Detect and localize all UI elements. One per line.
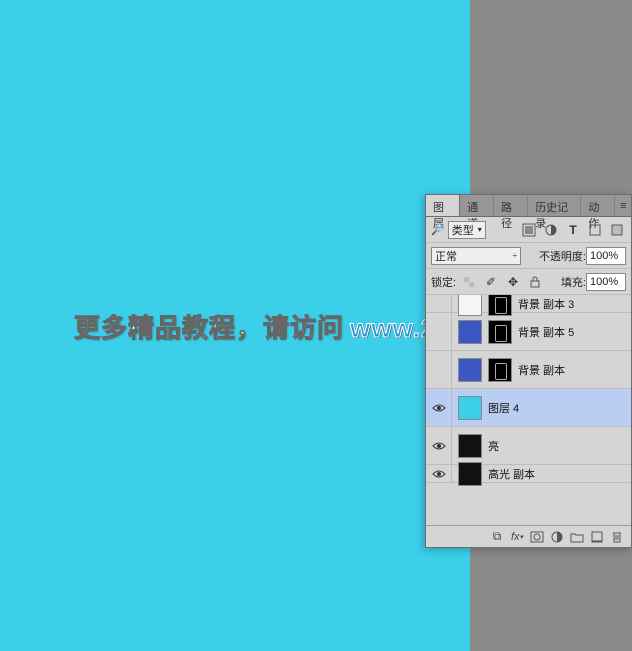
layer-row[interactable]: 背景 副本 5	[426, 313, 631, 351]
layers-panel: 图层 通道 路径 历史记录 动作 ≡ 🔎 类型 ▾ T 正常 ÷ 不透明度: 1…	[425, 194, 632, 548]
opacity-value: 100%	[590, 250, 618, 262]
blend-row: 正常 ÷ 不透明度: 100%	[426, 243, 631, 269]
layer-mask-icon[interactable]	[527, 528, 547, 546]
layer-thumbnail[interactable]	[458, 320, 482, 344]
tab-paths[interactable]: 路径	[494, 195, 528, 216]
filter-pixel-icon[interactable]	[520, 221, 538, 239]
layers-list: 背景 副本 3 背景 副本 5 背景 副本图层 4 亮高光 副本	[426, 295, 631, 515]
blend-mode-value: 正常	[435, 248, 457, 264]
filter-smart-icon[interactable]	[608, 221, 626, 239]
layer-row[interactable]: 背景 副本 3	[426, 295, 631, 313]
opacity-input[interactable]: 100%	[586, 247, 626, 265]
tab-layers[interactable]: 图层	[426, 195, 460, 216]
chevron-down-icon: ▾	[478, 225, 482, 234]
lock-row: 锁定: ✐ ✥ 填充: 100%	[426, 269, 631, 295]
adjustment-layer-icon[interactable]	[547, 528, 567, 546]
panel-tabs: 图层 通道 路径 历史记录 动作 ≡	[426, 195, 631, 217]
layer-row[interactable]: 亮	[426, 427, 631, 465]
visibility-toggle[interactable]	[426, 427, 452, 464]
layer-mask-thumbnail[interactable]	[488, 358, 512, 382]
tab-history[interactable]: 历史记录	[528, 195, 581, 216]
blend-mode-dropdown[interactable]: 正常 ÷	[431, 247, 521, 265]
search-icon: 🔎	[431, 223, 445, 236]
filter-text-icon[interactable]: T	[564, 221, 582, 239]
link-layers-icon[interactable]: ⧉	[487, 528, 507, 546]
visibility-toggle[interactable]	[426, 295, 452, 312]
layer-row[interactable]: 背景 副本	[426, 351, 631, 389]
layer-thumbnail[interactable]	[458, 295, 482, 316]
layer-row[interactable]: 高光 副本	[426, 465, 631, 483]
layer-fx-icon[interactable]: fx▾	[507, 528, 527, 546]
filter-adjustment-icon[interactable]	[542, 221, 560, 239]
visibility-toggle[interactable]	[426, 351, 452, 388]
layer-name[interactable]: 高光 副本	[488, 466, 631, 482]
layer-name[interactable]: 背景 副本	[518, 362, 631, 378]
chevron-down-icon: ÷	[513, 251, 517, 260]
filter-row: 🔎 类型 ▾ T	[426, 217, 631, 243]
lock-all-icon[interactable]	[526, 273, 544, 291]
layer-thumbnail[interactable]	[458, 396, 482, 420]
layer-name[interactable]: 亮	[488, 438, 631, 454]
lock-position-icon[interactable]: ✥	[504, 273, 522, 291]
layer-row[interactable]: 图层 4	[426, 389, 631, 427]
delete-layer-icon[interactable]	[607, 528, 627, 546]
layer-mask-thumbnail[interactable]	[488, 295, 512, 316]
fill-value: 100%	[590, 276, 618, 288]
visibility-toggle[interactable]	[426, 313, 452, 350]
group-icon[interactable]	[567, 528, 587, 546]
new-layer-icon[interactable]	[587, 528, 607, 546]
lock-label: 锁定:	[431, 274, 456, 290]
visibility-toggle[interactable]	[426, 465, 452, 482]
layer-name[interactable]: 背景 副本 5	[518, 324, 631, 340]
visibility-toggle[interactable]	[426, 389, 452, 426]
panel-footer: ⧉ fx▾	[426, 525, 631, 547]
tab-actions[interactable]: 动作	[581, 195, 615, 216]
lock-pixels-icon[interactable]: ✐	[482, 273, 500, 291]
layer-thumbnail[interactable]	[458, 462, 482, 486]
layer-thumbnail[interactable]	[458, 358, 482, 382]
opacity-label: 不透明度:	[539, 248, 586, 264]
layer-mask-thumbnail[interactable]	[488, 320, 512, 344]
fill-input[interactable]: 100%	[586, 273, 626, 291]
panel-menu-icon[interactable]: ≡	[615, 195, 631, 216]
lock-transparency-icon[interactable]	[460, 273, 478, 291]
watermark-text-1: 更多精品教程，请访问	[74, 308, 344, 345]
layer-name[interactable]: 背景 副本 3	[518, 296, 631, 312]
filter-shape-icon[interactable]	[586, 221, 604, 239]
tab-channels[interactable]: 通道	[460, 195, 494, 216]
filter-type-dropdown[interactable]: 类型 ▾	[448, 221, 486, 239]
layer-name[interactable]: 图层 4	[488, 400, 631, 416]
fill-label: 填充:	[561, 274, 586, 290]
filter-type-label: 类型	[452, 222, 474, 238]
layer-thumbnail[interactable]	[458, 434, 482, 458]
